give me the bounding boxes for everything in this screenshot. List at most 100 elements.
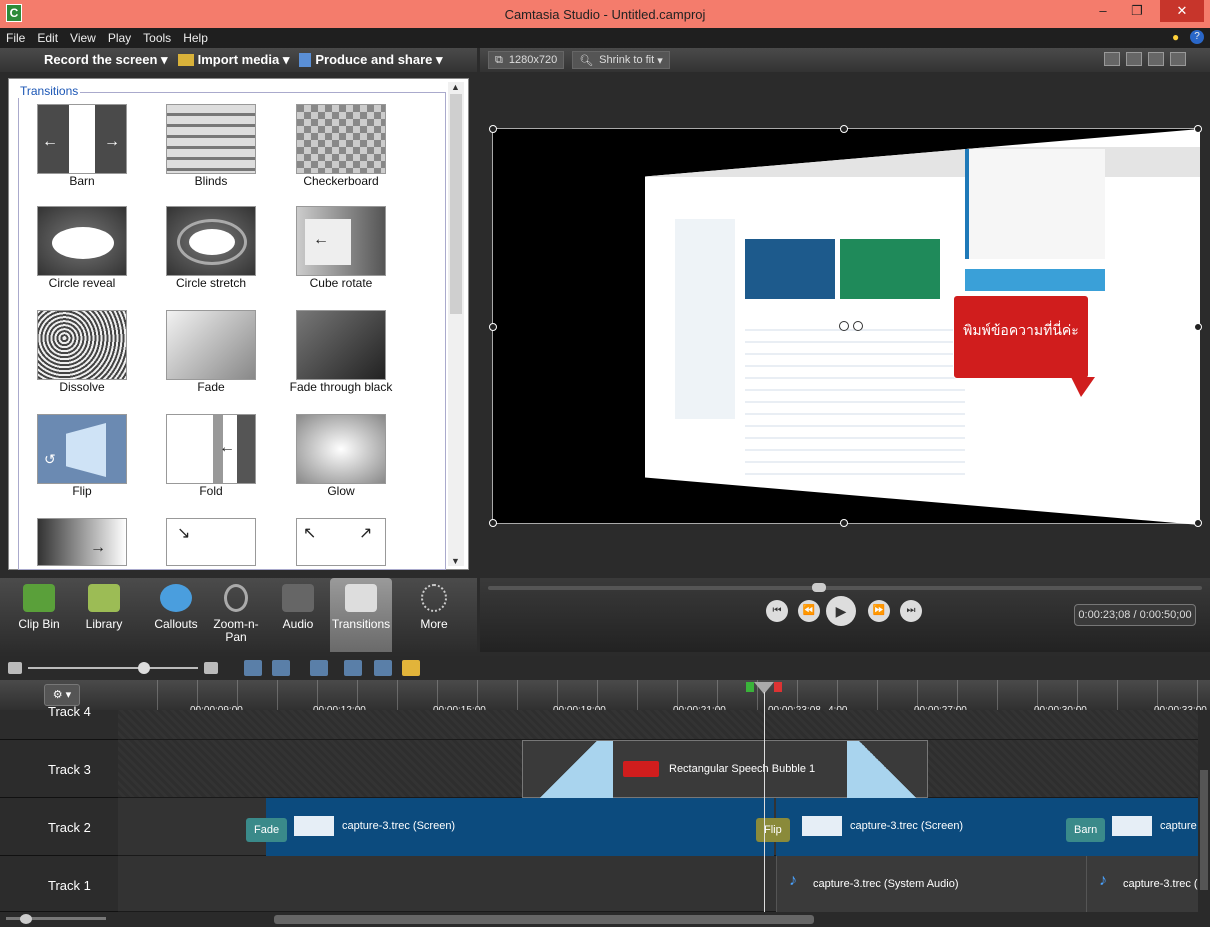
barn-thumb[interactable]: ← → [37, 104, 127, 174]
tab-clip-bin[interactable]: Clip Bin [14, 578, 64, 652]
checkerboard-thumb[interactable] [296, 104, 386, 174]
cut-icon[interactable] [310, 660, 328, 676]
rewind-icon[interactable]: ⏪ [798, 600, 820, 622]
split-icon[interactable] [344, 660, 362, 676]
resize-handle[interactable] [489, 323, 497, 331]
record-screen-button[interactable]: Record the screen ▾ [44, 52, 168, 68]
paste-icon[interactable] [402, 660, 420, 676]
audio-clip[interactable]: ♪ capture-3.trec (System Audio) [776, 856, 1086, 912]
track-3-header[interactable]: Track 3 [0, 740, 118, 798]
callout-handle[interactable] [839, 321, 849, 331]
fullscreen-icon[interactable] [1148, 52, 1164, 66]
tab-more[interactable]: More [404, 578, 464, 652]
tab-callouts[interactable]: Callouts [148, 578, 204, 652]
fast-forward-icon[interactable]: ⏩ [868, 600, 890, 622]
resize-handle[interactable] [1194, 519, 1202, 527]
timeline-hscroll[interactable] [0, 912, 1210, 927]
next-icon[interactable]: ⏭ [900, 600, 922, 622]
callout-clip[interactable]: Rectangular Speech Bubble 1 [522, 740, 929, 799]
undo-icon[interactable] [244, 660, 262, 676]
menu-view[interactable]: View [70, 31, 96, 45]
minimize-button[interactable]: – [1086, 0, 1120, 22]
scrollbar-thumb[interactable] [450, 94, 462, 314]
selection-start-marker[interactable] [746, 682, 754, 692]
flip-transition-badge[interactable]: Flip [756, 818, 790, 842]
zoom-in-icon[interactable] [204, 662, 218, 674]
scrollbar-thumb[interactable] [274, 915, 814, 924]
transition-label: Blinds [194, 174, 228, 188]
resize-handle[interactable] [840, 519, 848, 527]
seek-bar[interactable] [488, 586, 1202, 590]
seek-thumb[interactable] [812, 583, 826, 592]
barn-transition-badge[interactable]: Barn [1066, 818, 1106, 842]
tab-audio[interactable]: Audio [272, 578, 324, 652]
redo-icon[interactable] [272, 660, 290, 676]
import-media-button[interactable]: Import media ▾ [198, 52, 290, 68]
fold-thumb[interactable]: ← [166, 414, 256, 484]
flip-thumb[interactable]: ↺ [37, 414, 127, 484]
resize-handle[interactable] [1194, 323, 1202, 331]
zoom-dropdown[interactable]: 🔍︎ Shrink to fit ▾ [572, 51, 670, 69]
detach-icon[interactable] [1170, 52, 1186, 66]
resize-handle[interactable] [489, 125, 497, 133]
copy-icon[interactable] [374, 660, 392, 676]
pan-hand-icon[interactable] [1126, 52, 1142, 66]
gradient-wipe-thumb[interactable]: → [37, 518, 127, 566]
zoom-out-icon[interactable] [8, 662, 22, 674]
resize-handle[interactable] [840, 125, 848, 133]
tip-bulb-icon[interactable]: ● [1172, 30, 1179, 44]
circle-stretch-thumb[interactable] [166, 206, 256, 276]
close-button[interactable]: ✕ [1160, 0, 1204, 22]
menu-play[interactable]: Play [108, 31, 131, 45]
menu-help[interactable]: Help [183, 31, 208, 45]
resize-icon: ⧉ [495, 53, 503, 66]
play-icon[interactable]: ▶ [826, 596, 856, 626]
glow-thumb[interactable] [296, 414, 386, 484]
blinds-thumb[interactable] [166, 104, 256, 174]
preview-canvas[interactable]: พิมพ์ข้อความที่นี่ค่ะ [489, 125, 1202, 527]
fade-through-black-thumb[interactable] [296, 310, 386, 380]
scroll-down-icon[interactable]: ▼ [451, 556, 460, 566]
zoom-slider-thumb[interactable] [138, 662, 150, 674]
page-roll-thumb[interactable]: ↘ [166, 518, 256, 566]
transitions-icon [345, 584, 377, 612]
timeline-settings-icon[interactable]: ⚙ ▾ [44, 684, 80, 706]
track-2-header[interactable]: Track 2 [0, 798, 118, 856]
transitions-scrollbar[interactable]: ▲ ▼ [448, 82, 464, 566]
track-1-header[interactable]: Track 1 [0, 856, 118, 912]
screen-clip[interactable]: capture-3.trec (Screen) [776, 798, 1086, 856]
restore-button[interactable]: ❐ [1120, 0, 1154, 22]
stretch-thumb[interactable]: ↖ ↗ [296, 518, 386, 566]
resize-handle[interactable] [1194, 125, 1202, 133]
tab-transitions[interactable]: Transitions [330, 578, 392, 652]
help-icon[interactable]: ? [1190, 30, 1204, 44]
resize-handle[interactable] [489, 519, 497, 527]
callout-tail [1071, 377, 1095, 397]
track-4-lane[interactable] [118, 710, 1198, 740]
tab-zoom-n-pan[interactable]: Zoom-n-Pan [208, 578, 264, 652]
menu-tools[interactable]: Tools [143, 31, 171, 45]
zoom-slider[interactable] [28, 667, 198, 669]
audio-clip[interactable]: ♪ capture-3.trec ( [1086, 856, 1198, 912]
produce-share-button[interactable]: Produce and share ▾ [315, 52, 442, 68]
previous-icon[interactable]: ⏮ [766, 600, 788, 622]
menu-edit[interactable]: Edit [37, 31, 58, 45]
screen-clip[interactable]: capture-3.trec (Screen) [266, 798, 774, 856]
speech-callout[interactable]: พิมพ์ข้อความที่นี่ค่ะ [953, 295, 1089, 379]
scrollbar-thumb[interactable] [1200, 770, 1208, 890]
crop-icon[interactable] [1104, 52, 1120, 66]
dissolve-thumb[interactable] [37, 310, 127, 380]
track-height-thumb[interactable] [20, 914, 32, 924]
track-4-header[interactable]: Track 4 [0, 704, 118, 740]
circle-reveal-thumb[interactable] [37, 206, 127, 276]
tab-library[interactable]: Library [74, 578, 134, 652]
fade-thumb[interactable] [166, 310, 256, 380]
selection-end-marker[interactable] [774, 682, 782, 692]
menu-file[interactable]: File [6, 31, 25, 45]
canvas-size-button[interactable]: ⧉ 1280x720 [488, 51, 565, 69]
fade-transition-badge[interactable]: Fade [246, 818, 288, 842]
timeline-vscroll[interactable] [1198, 710, 1210, 912]
scroll-up-icon[interactable]: ▲ [451, 82, 460, 92]
callout-handle[interactable] [853, 321, 863, 331]
cube-rotate-thumb[interactable]: ← [296, 206, 386, 276]
